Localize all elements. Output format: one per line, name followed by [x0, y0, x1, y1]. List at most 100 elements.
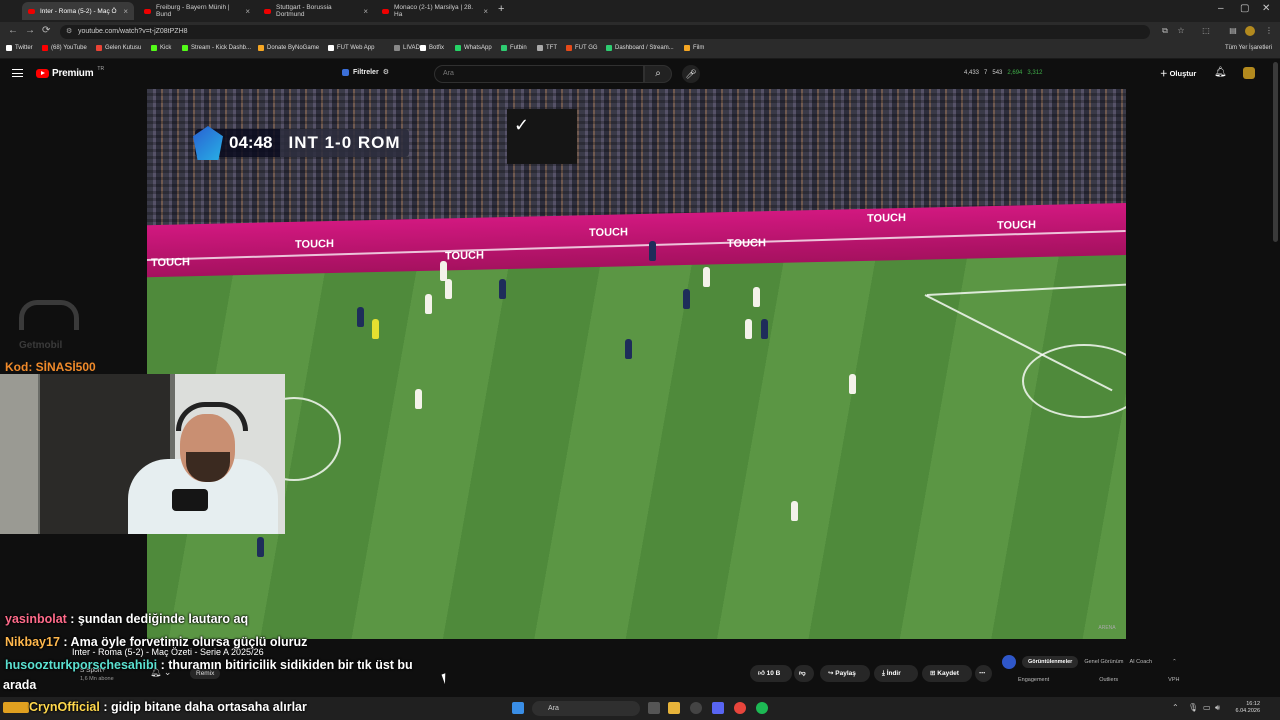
video-player[interactable]: ✓ TOUCH TOUCH TOUCH TOUCH TOUCH TOUCH TO…	[147, 89, 1126, 639]
like-button[interactable]: 👍︎ 10 B	[750, 665, 792, 682]
site-info-icon[interactable]: ⚙	[66, 25, 72, 39]
windows-start-icon[interactable]	[512, 702, 524, 714]
bookmark-item[interactable]: TFT	[537, 45, 557, 51]
dislike-button[interactable]: 👎︎	[794, 665, 814, 682]
bookmark-label: Donate ByNoGame	[267, 45, 320, 51]
download-icon: ⤓	[882, 670, 885, 677]
search-button[interactable]: ⌕	[644, 65, 672, 83]
bookmarks-bar: Tüm Yer İşaretleri Twitter (68) YouTube Ge…	[0, 42, 1280, 59]
bookmark-item[interactable]: Botfix	[420, 45, 444, 51]
youtube-premium-logo[interactable]: Premium TR	[36, 65, 105, 79]
tab-monaco[interactable]: Monaco (2-1) Marsilya | 28. Ha ×	[376, 2, 494, 20]
bookmark-item[interactable]: Stream - Kick Dashb...	[182, 45, 251, 51]
volume-icon[interactable]: 🔊︎	[1215, 703, 1220, 713]
window-close-icon[interactable]: ✕	[1262, 3, 1270, 14]
menu-icon[interactable]: ⋮	[1264, 26, 1274, 36]
address-bar[interactable]: ⚙ youtube.com/watch?v=t-jZ08tPZH8	[60, 25, 1150, 39]
save-button[interactable]: ⊞ Kaydet	[922, 665, 972, 682]
filters-button[interactable]: Filtreler ⚙	[342, 68, 389, 76]
collapse-icon[interactable]: ⌃	[1172, 659, 1177, 665]
microphone	[172, 489, 208, 511]
chat-message: arada	[3, 678, 36, 693]
bookmark-label: Twitter	[15, 45, 33, 51]
board-text: TOUCH	[589, 226, 628, 240]
close-icon[interactable]: ×	[123, 7, 128, 16]
sponsor-name: Getmobil	[19, 340, 63, 351]
settings-sliders-icon: ⚙	[382, 69, 389, 76]
bookmark-item[interactable]: Donate ByNoGame	[258, 45, 319, 51]
new-tab-icon[interactable]: +	[498, 3, 504, 15]
bookmark-favicon-icon	[258, 45, 264, 51]
tray-chevron-icon[interactable]: ⌃	[1172, 703, 1179, 712]
chat-user: Nikbay17	[5, 635, 60, 649]
bookmark-item[interactable]: FUT Web App	[328, 45, 374, 51]
discord-icon[interactable]	[712, 702, 724, 714]
system-clock[interactable]: 16:12 6.04.2026	[1228, 701, 1260, 715]
task-view-icon[interactable]	[648, 702, 660, 714]
chat-message: husoozturkporschesahibi : thuramın bitir…	[5, 658, 413, 673]
download-button[interactable]: ⤓ İndir	[874, 665, 918, 682]
star-icon[interactable]: ☆	[1176, 26, 1186, 36]
cast-icon[interactable]: ⧉	[1160, 26, 1170, 36]
tab-freiburg[interactable]: Freiburg - Bayern Münih | Bund ×	[138, 2, 256, 20]
youtube-header: Premium TR Filtreler ⚙ Ara ⌕ 🎤︎ 4,433 7 …	[0, 59, 1280, 89]
bookmark-favicon-icon	[684, 45, 690, 51]
bookmark-item[interactable]: Gelen Kutusu	[96, 45, 141, 51]
bookmark-item[interactable]: WhatsApp	[455, 45, 492, 51]
bookmark-item[interactable]: LIVAD	[394, 45, 420, 51]
all-bookmarks[interactable]: Tüm Yer İşaretleri	[1225, 45, 1272, 51]
search-input[interactable]: Ara	[434, 65, 644, 83]
share-button[interactable]: ↪ Paylaş	[820, 665, 870, 682]
bookmark-item[interactable]: Kick	[151, 45, 171, 51]
chat-user: CrynOfficial	[29, 700, 100, 714]
bookmark-favicon-icon	[42, 45, 48, 51]
chat-user: husoozturkporschesahibi	[5, 658, 158, 672]
avatar[interactable]	[1243, 67, 1255, 79]
bookmark-item[interactable]: (68) YouTube	[42, 45, 87, 51]
bookmark-item[interactable]: Futbin	[501, 45, 527, 51]
bookmark-item[interactable]: Twitter	[6, 45, 33, 51]
profile-icon[interactable]	[1245, 26, 1255, 36]
analytics-extension-icon	[1002, 655, 1016, 669]
more-actions-button[interactable]: ⋯	[975, 665, 992, 682]
close-icon[interactable]: ×	[245, 7, 250, 16]
close-icon[interactable]: ×	[483, 7, 488, 16]
extension-stats: 4,433 7 543 2,694 3,312	[964, 70, 1042, 76]
bookmark-item[interactable]: Dashboard / Stream...	[606, 45, 674, 51]
tab-overview[interactable]: Genel Görünüm	[1084, 659, 1123, 665]
chrome-icon[interactable]	[734, 702, 746, 714]
back-icon[interactable]: ←	[8, 25, 18, 36]
bookmark-favicon-icon	[501, 45, 507, 51]
bookmark-item[interactable]: Film	[684, 45, 704, 51]
tab-ai-coach[interactable]: AI Coach	[1129, 659, 1152, 665]
network-icon[interactable]: ▭	[1203, 703, 1211, 712]
taskbar-search[interactable]: Ara	[532, 701, 640, 716]
sidebar-icon[interactable]: ▤	[1228, 26, 1238, 36]
notifications-bell-icon[interactable]: 🔔︎	[1214, 67, 1227, 78]
bookmark-item[interactable]: FUT GG	[566, 45, 598, 51]
minimize-icon[interactable]: –	[1218, 3, 1224, 14]
file-explorer-icon[interactable]	[668, 702, 680, 714]
tab-stuttgart[interactable]: Stuttgart - Borussia Dortmund ×	[258, 2, 374, 20]
hamburger-menu-icon[interactable]	[12, 69, 23, 77]
tab-views[interactable]: Görüntülenmeler	[1022, 656, 1079, 668]
forward-icon[interactable]: →	[25, 25, 35, 36]
maximize-icon[interactable]: ▢	[1240, 3, 1249, 14]
bookmark-icon: ⊞	[930, 670, 936, 677]
board-text: TOUCH	[997, 219, 1036, 232]
reload-icon[interactable]: ⟳	[42, 25, 50, 36]
tab-inter-roma[interactable]: Inter - Roma (5-2) - Maç Ö ×	[22, 2, 134, 20]
player-inter	[257, 537, 264, 557]
logo-country: TR	[97, 65, 105, 72]
bookmark-label: WhatsApp	[464, 45, 492, 51]
voice-search-button[interactable]: 🎤︎	[682, 65, 700, 83]
create-button[interactable]: ＋ Oluştur	[1160, 68, 1196, 79]
time: 16:12	[1246, 701, 1260, 707]
like-count: 10 B	[766, 670, 781, 677]
extensions-icon[interactable]: ⬚	[1201, 26, 1211, 36]
page-scrollbar[interactable]	[1273, 62, 1278, 242]
spotify-icon[interactable]	[756, 702, 768, 714]
obs-icon[interactable]	[690, 702, 702, 714]
close-icon[interactable]: ×	[363, 7, 368, 16]
mic-tray-icon[interactable]: 🎙︎	[1188, 703, 1198, 712]
